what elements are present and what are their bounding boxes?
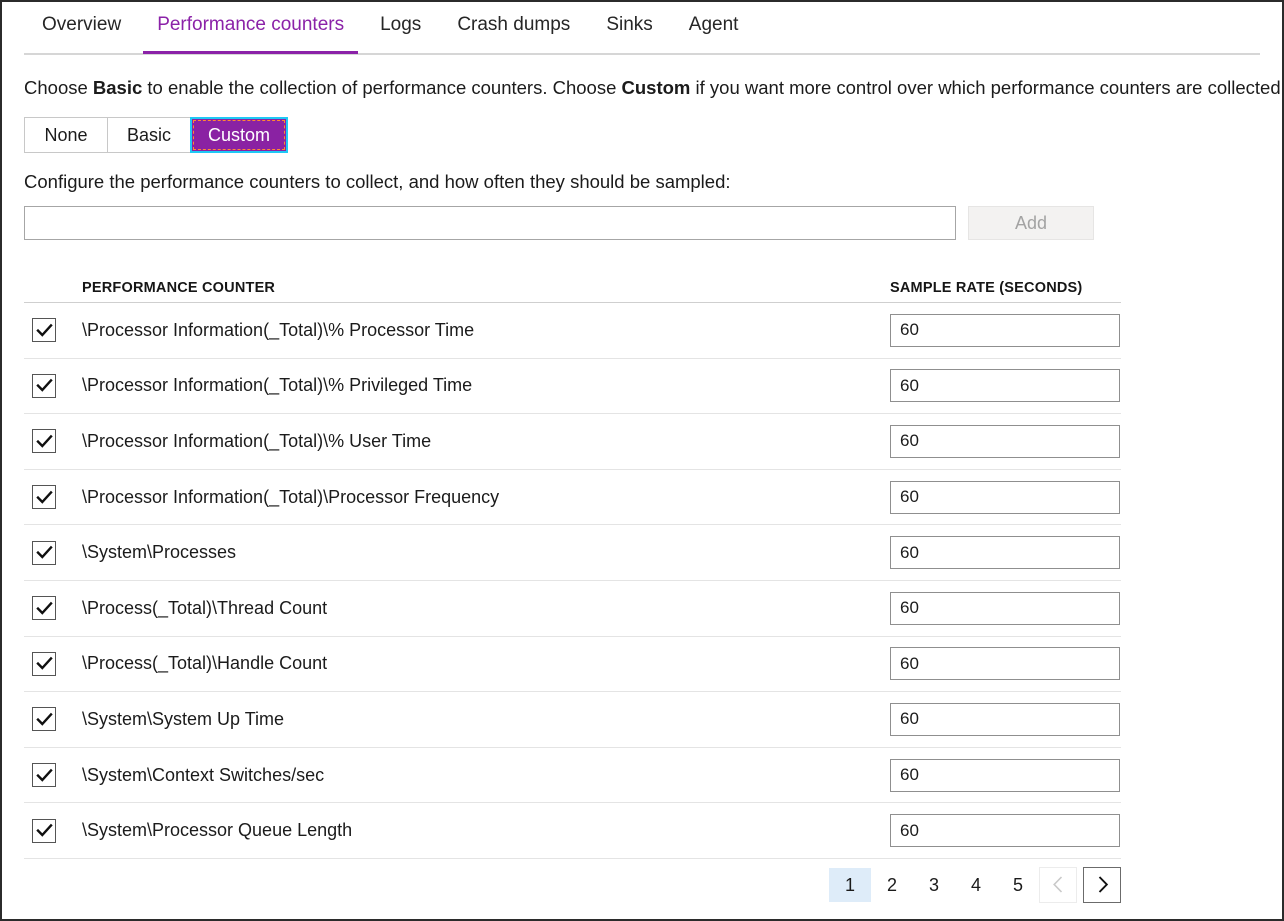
mode-selector: None Basic Custom [24,117,289,153]
intro-text-part2: to enable the collection of performance … [142,77,622,98]
table-row: \System\Processes [24,525,1121,581]
counter-checkbox[interactable] [32,540,56,565]
sample-rate-cell [890,424,1121,458]
sample-rate-input[interactable] [890,591,1120,625]
table-row: \Processor Information(_Total)\Processor… [24,470,1121,526]
add-counter-row: Add [24,206,1282,240]
checkbox-cell [24,373,82,398]
pagination-page-5[interactable]: 5 [997,868,1039,902]
table-row: \System\System Up Time [24,692,1121,748]
tab-crash-dumps[interactable]: Crash dumps [439,2,588,54]
table-row: \Processor Information(_Total)\% Process… [24,303,1121,359]
sample-rate-input[interactable] [890,814,1120,848]
counter-checkbox[interactable] [32,373,56,398]
checkbox-cell [24,596,82,621]
configure-label: Configure the performance counters to co… [24,171,731,192]
pagination-next-icon[interactable] [1083,866,1121,903]
table-body: \Processor Information(_Total)\% Process… [24,303,1121,859]
add-button[interactable]: Add [968,206,1094,240]
counter-name-label: \System\System Up Time [82,708,285,729]
checkbox-cell [24,818,82,843]
pagination-previous-icon [1039,866,1077,903]
pagination-page-4[interactable]: 4 [955,868,997,902]
intro-strong-basic: Basic [92,77,143,98]
tab-performance-counters[interactable]: Performance counters [139,2,362,54]
checkbox-cell [24,651,82,676]
counter-checkbox[interactable] [32,763,56,788]
counter-checkbox[interactable] [32,429,56,454]
intro-strong-custom: Custom [621,77,691,98]
counter-name-label: \Processor Information(_Total)\Processor… [82,486,500,507]
table-row: \Processor Information(_Total)\% User Ti… [24,414,1121,470]
sample-rate-input[interactable] [890,424,1120,458]
checkbox-cell [24,707,82,732]
tab-sinks[interactable]: Sinks [588,2,670,54]
checkbox-cell [24,540,82,565]
table-row: \System\Context Switches/sec [24,748,1121,804]
checkbox-cell [24,485,82,510]
pagination-page-1[interactable]: 1 [829,867,871,902]
checkbox-cell [24,318,82,343]
performance-counters-page: Overview Performance counters Logs Crash du… [0,0,1284,921]
checkbox-cell [24,429,82,454]
counter-name-label: \Processor Information(_Total)\% Process… [82,319,475,340]
counter-name-input[interactable] [24,206,956,240]
intro-text-part1: Choose [24,77,93,98]
tab-bar: Overview Performance counters Logs Crash du… [2,2,1282,55]
counter-checkbox[interactable] [32,485,56,510]
mode-button-basic[interactable]: Basic [107,117,191,153]
tab-overview[interactable]: Overview [24,2,139,54]
checkbox-cell [24,763,82,788]
sample-rate-cell [890,536,1121,570]
mode-button-custom[interactable]: Custom [190,117,289,153]
counter-name-label: \System\Processor Queue Length [82,820,353,841]
table-row: \System\Processor Queue Length [24,803,1121,859]
counter-checkbox[interactable] [32,818,56,843]
sample-rate-input[interactable] [890,369,1120,403]
counter-checkbox[interactable] [32,596,56,621]
sample-rate-cell [890,369,1121,403]
counter-name-label: \System\Context Switches/sec [82,764,325,785]
sample-rate-input[interactable] [890,758,1120,792]
table-row: \Process(_Total)\Handle Count [24,637,1121,693]
counter-name-label: \Processor Information(_Total)\% Privile… [82,375,473,396]
column-header-sample-rate: SAMPLE RATE (SECONDS) [890,280,1083,296]
sample-rate-cell [890,591,1121,625]
counter-name-label: \Process(_Total)\Thread Count [82,597,328,618]
performance-counters-table: PERFORMANCE COUNTER SAMPLE RATE (SECONDS… [24,270,1121,859]
counter-checkbox[interactable] [32,318,56,343]
mode-button-none[interactable]: None [24,117,108,153]
pagination-page-3[interactable]: 3 [913,868,955,902]
sample-rate-input[interactable] [890,536,1120,570]
table-row: \Processor Information(_Total)\% Privile… [24,359,1121,415]
sample-rate-cell [890,758,1121,792]
sample-rate-input[interactable] [890,313,1120,347]
sample-rate-cell [890,480,1121,514]
counter-name-label: \System\Processes [82,542,237,563]
intro-text-part3: if you want more control over which perf… [690,77,1284,98]
counter-checkbox[interactable] [32,651,56,676]
sample-rate-input[interactable] [890,480,1120,514]
intro-description: Choose Basic to enable the collection of… [24,76,1282,100]
sample-rate-input[interactable] [890,702,1120,736]
counter-name-label: \Process(_Total)\Handle Count [82,653,328,674]
table-row: \Process(_Total)\Thread Count [24,581,1121,637]
sample-rate-cell [890,702,1121,736]
column-header-performance-counter: PERFORMANCE COUNTER [82,280,276,296]
counter-checkbox[interactable] [32,707,56,732]
sample-rate-cell [890,313,1121,347]
sample-rate-input[interactable] [890,647,1120,681]
sample-rate-cell [890,814,1121,848]
counter-name-label: \Processor Information(_Total)\% User Ti… [82,430,432,451]
pagination: 12345 [24,866,1121,903]
tab-agent[interactable]: Agent [671,2,757,54]
table-header-row: PERFORMANCE COUNTER SAMPLE RATE (SECONDS… [24,270,1121,303]
pagination-page-2[interactable]: 2 [871,868,913,902]
tab-logs[interactable]: Logs [362,2,439,54]
sample-rate-cell [890,647,1121,681]
